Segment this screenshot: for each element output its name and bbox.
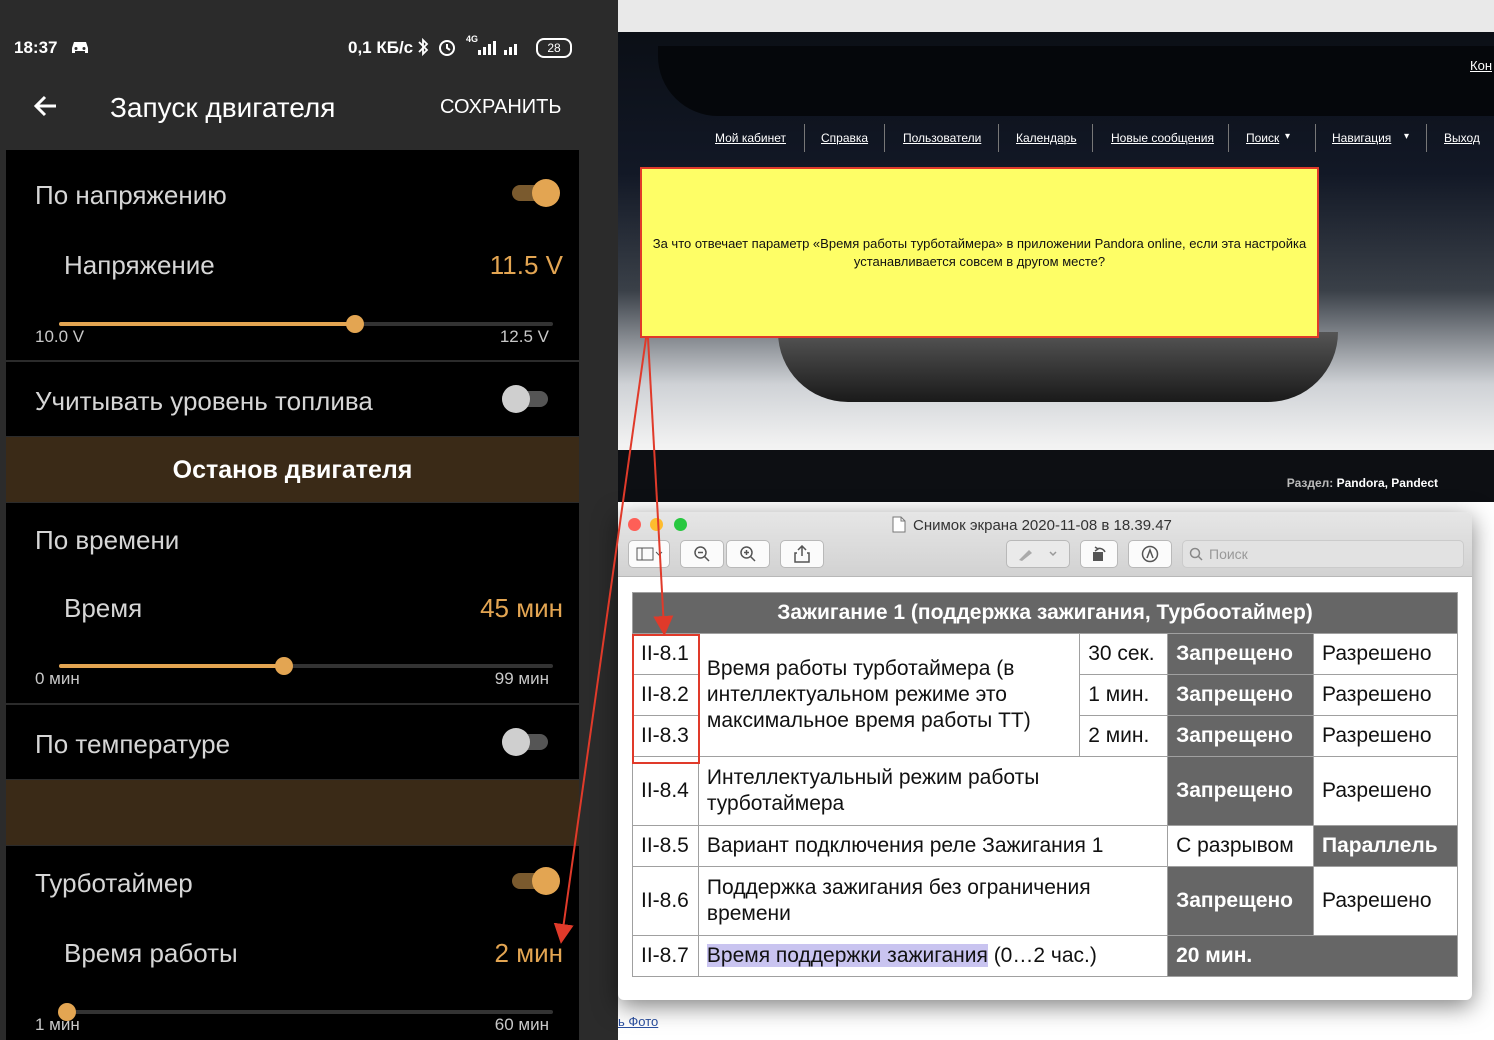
annotation-arrows	[553, 337, 674, 944]
arrow-to-table	[647, 337, 674, 636]
arrow-to-turbo-value	[553, 337, 647, 944]
